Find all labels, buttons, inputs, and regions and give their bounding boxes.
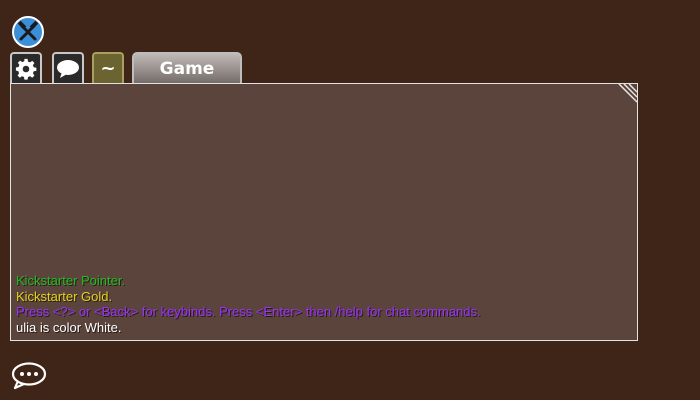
tab-game[interactable]: Game xyxy=(132,52,242,84)
tab-settings[interactable] xyxy=(10,52,42,84)
chat-line: Kickstarter Gold. xyxy=(16,288,113,304)
tab-console[interactable]: ~ xyxy=(92,52,124,84)
gear-icon xyxy=(15,58,37,80)
chat-panel: Kickstarter Pointer. Kickstarter Gold. Pre… xyxy=(10,83,638,341)
crossed-tools-icon[interactable] xyxy=(12,16,44,48)
console-tab-label: ~ xyxy=(100,58,116,79)
chat-bubble-ellipsis-icon[interactable] xyxy=(10,360,48,390)
resize-grip-icon[interactable] xyxy=(615,83,638,106)
chat-line: Press <?> or <Back> for keybinds. Press … xyxy=(16,304,481,319)
chat-log: Kickstarter Pointer. Kickstarter Gold. Pre… xyxy=(16,273,631,335)
chat-line: Kickstarter Pointer. xyxy=(16,273,126,288)
chat-line: ulia is color White. xyxy=(16,319,122,335)
tab-chat[interactable] xyxy=(52,52,84,84)
speech-bubble-icon xyxy=(57,60,79,78)
